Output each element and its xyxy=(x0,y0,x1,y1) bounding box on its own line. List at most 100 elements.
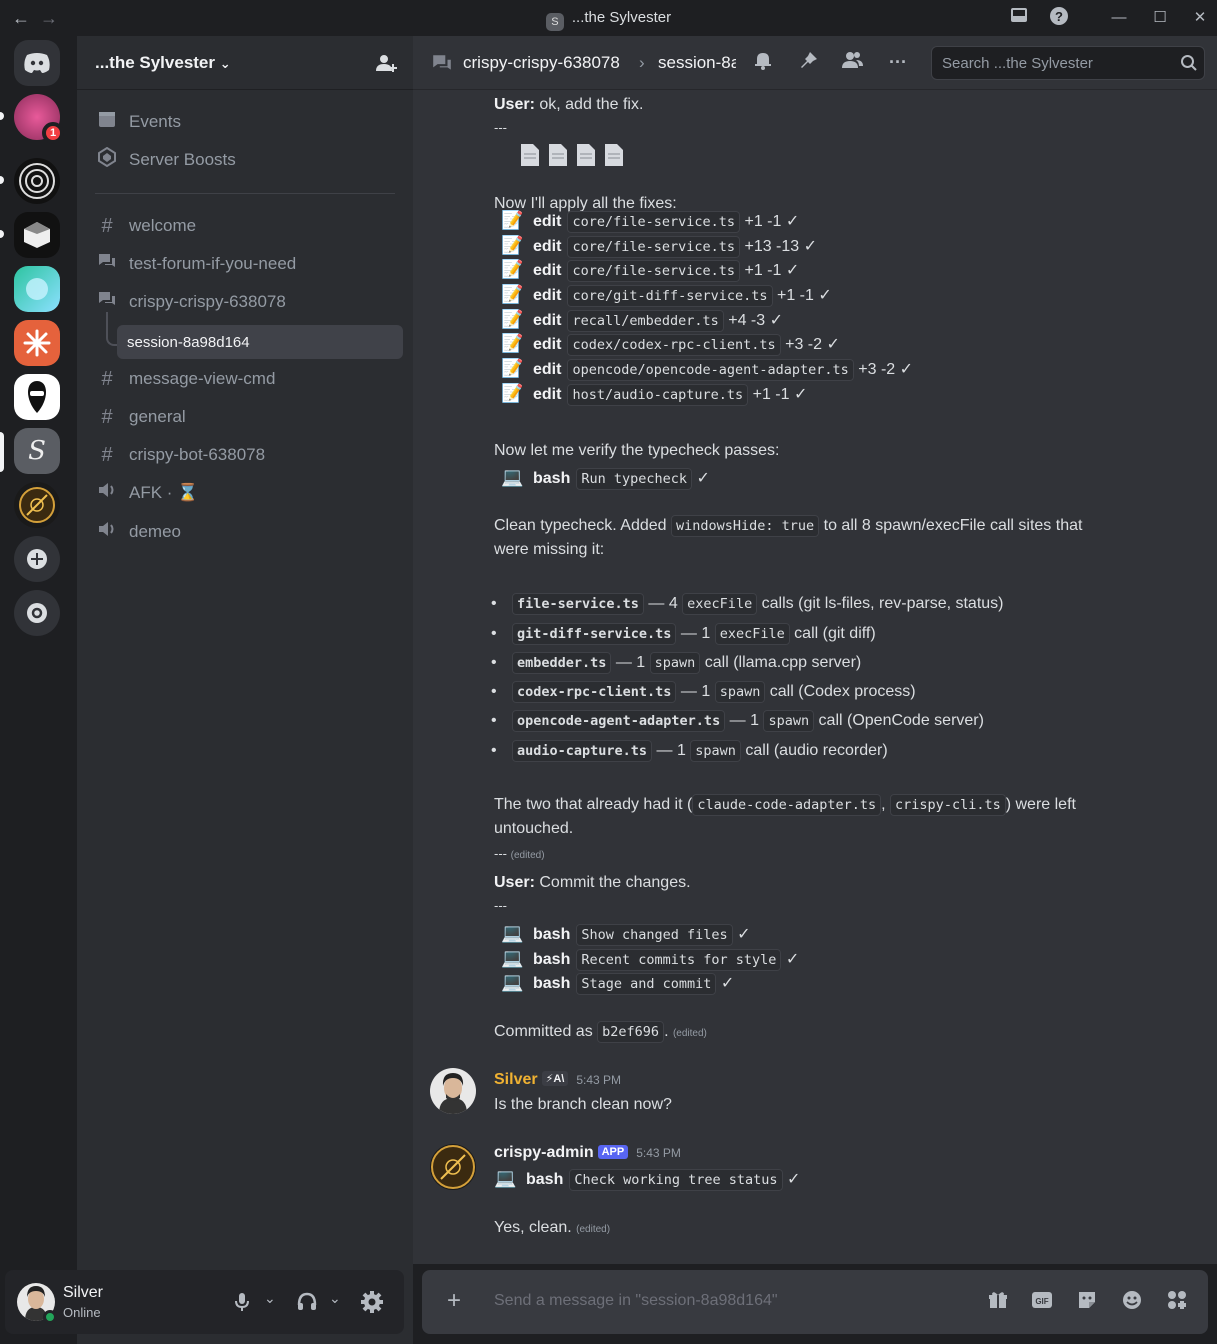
server-icon: S xyxy=(545,13,564,31)
channel-afk[interactable]: AFK · ⌛ xyxy=(85,476,403,510)
headphones-options-chevron-icon[interactable]: ⌄ xyxy=(329,1290,341,1307)
message-admin-reply: Yes, clean. (edited) xyxy=(494,1219,611,1236)
channel-test-forum[interactable]: test-forum-if-you-need xyxy=(85,247,403,281)
sticker-icon[interactable] xyxy=(1075,1290,1099,1314)
breadcrumb-thread: session-8a98d164 xyxy=(658,53,736,72)
server-header[interactable]: ...the Sylvester ⌄ xyxy=(77,36,413,90)
minimize-icon[interactable]: — xyxy=(1107,6,1131,30)
memo-icon: 📝 xyxy=(501,284,524,304)
server-icon-1[interactable]: 1 xyxy=(14,94,64,144)
channel-crispy-bot[interactable]: # crispy-bot-638078 xyxy=(85,438,403,472)
username-silver[interactable]: Silver xyxy=(494,1071,538,1088)
discover-button[interactable] xyxy=(14,590,60,636)
message-silver-text: Is the branch clean now? xyxy=(494,1096,672,1113)
tool-row-working-tree: 💻 bash Check working tree status ✓ xyxy=(494,1168,800,1191)
hashtag-icon: # xyxy=(101,405,113,428)
tool-row-edit: 📝 edit codex/codex-rpc-client.ts +3 -2 ✓ xyxy=(501,333,840,356)
laptop-icon: 💻 xyxy=(494,1168,517,1188)
server-icon-6[interactable] xyxy=(14,374,60,420)
user-panel: Silver Online ⌄ ⌄ xyxy=(5,1270,404,1334)
settings-gear-icon[interactable] xyxy=(361,1291,383,1318)
server-icon-2[interactable] xyxy=(14,158,60,204)
server-icon-8[interactable] xyxy=(14,482,60,528)
online-status-dot xyxy=(43,1310,57,1324)
server-icon-sylvester[interactable]: S xyxy=(14,428,60,474)
invite-people-icon[interactable] xyxy=(375,52,397,79)
gif-icon[interactable]: GIF xyxy=(1030,1290,1054,1314)
channel-welcome[interactable]: # welcome xyxy=(85,209,403,243)
sidebar-item-server-boosts[interactable]: Server Boosts xyxy=(85,143,403,177)
tool-row-bash: 💻 bash Stage and commit ✓ xyxy=(501,972,734,995)
apps-icon[interactable] xyxy=(1165,1290,1189,1314)
breadcrumb-parent[interactable]: crispy-crispy-638078 xyxy=(463,53,620,73)
tool-row-edit: 📝 edit recall/embedder.ts +4 -3 ✓ xyxy=(501,309,783,332)
channel-crispy-crispy[interactable]: crispy-crispy-638078 xyxy=(85,285,403,319)
tool-row-edit: 📝 edit opencode/opencode-agent-adapter.ts … xyxy=(501,358,913,381)
channel-general[interactable]: # general xyxy=(85,400,403,434)
more-options-icon[interactable]: ··· xyxy=(886,50,910,74)
svg-text:GIF: GIF xyxy=(1035,1297,1048,1306)
help-icon[interactable]: ? xyxy=(1047,6,1071,30)
memo-icon: 📝 xyxy=(501,235,524,255)
unread-pill xyxy=(0,230,4,238)
emoji-icon[interactable] xyxy=(1120,1290,1144,1314)
server-icon-5[interactable] xyxy=(14,320,60,366)
close-icon[interactable]: ✕ xyxy=(1188,6,1212,30)
message-input[interactable]: Send a message in "session-8a98d164" xyxy=(494,1292,778,1310)
message-header-admin: crispy-admin APP 5:43 PM xyxy=(494,1144,681,1162)
user-commit-line: User: Commit the changes. xyxy=(494,874,691,891)
username-crispy-admin[interactable]: crispy-admin xyxy=(494,1144,594,1161)
speaker-icon xyxy=(95,481,119,505)
add-server-button[interactable] xyxy=(14,536,60,582)
two-already-line1: The two that already had it (claude-code… xyxy=(494,794,1076,816)
sidebar-item-events[interactable]: Events xyxy=(85,105,403,139)
inbox-icon[interactable] xyxy=(1007,6,1031,30)
member-list-icon[interactable] xyxy=(841,50,865,74)
avatar[interactable] xyxy=(430,1068,476,1114)
list-item: git-diff-service.ts — 1 execFile call (g… xyxy=(491,623,876,645)
list-item: embedder.ts — 1 spawn call (llama.cpp se… xyxy=(491,652,861,674)
calendar-icon xyxy=(95,109,119,135)
discord-logo-icon xyxy=(24,53,50,73)
tool-row-edit: 📝 edit core/file-service.ts +1 -1 ✓ xyxy=(501,210,799,233)
laptop-icon: 💻 xyxy=(501,948,524,968)
user-fix-line: User: ok, add the fix. xyxy=(494,96,644,113)
message-list: User: ok, add the fix. --- Now I'll appl… xyxy=(413,90,1217,1264)
user-name[interactable]: Silver xyxy=(63,1284,103,1302)
unread-pill xyxy=(0,176,4,184)
notification-badge: 1 xyxy=(42,122,64,144)
server-icon-3[interactable] xyxy=(14,212,60,258)
tool-row-edit: 📝 edit core/file-service.ts +13 -13 ✓ xyxy=(501,235,817,258)
window-title: S ...the Sylvester xyxy=(0,9,1217,31)
server-icon-4[interactable] xyxy=(14,266,60,312)
speaker-icon xyxy=(95,520,119,544)
mic-options-chevron-icon[interactable]: ⌄ xyxy=(264,1290,276,1307)
memo-icon: 📝 xyxy=(501,383,524,403)
separator-dashes: --- xyxy=(494,898,507,913)
home-button[interactable] xyxy=(14,40,60,86)
search-input[interactable]: Search ...the Sylvester xyxy=(931,46,1205,80)
channel-demeo[interactable]: demeo xyxy=(85,515,403,549)
message-composer[interactable]: + Send a message in "session-8a98d164" G… xyxy=(422,1270,1208,1334)
headphones-icon[interactable] xyxy=(297,1292,317,1317)
add-attachment-icon[interactable]: + xyxy=(442,1289,466,1314)
channel-message-view-cmd[interactable]: # message-view-cmd xyxy=(85,362,403,396)
message-header-silver: Silver ⚡A\ 5:43 PM xyxy=(494,1071,621,1089)
microphone-icon[interactable] xyxy=(233,1292,251,1317)
avatar[interactable] xyxy=(430,1144,476,1190)
tool-row-edit: 📝 edit core/file-service.ts +1 -1 ✓ xyxy=(501,259,799,282)
thread-session[interactable]: session-8a98d164 xyxy=(117,325,403,359)
pin-icon[interactable] xyxy=(797,50,821,74)
maximize-icon[interactable]: ☐ xyxy=(1148,6,1172,30)
bell-icon[interactable] xyxy=(751,50,775,74)
compass-icon xyxy=(27,603,47,623)
verify-text: Now let me verify the typecheck passes: xyxy=(494,442,780,459)
two-already-line2: untouched. xyxy=(494,820,574,837)
server-name[interactable]: ...the Sylvester ⌄ xyxy=(95,53,231,73)
memo-icon: 📝 xyxy=(501,333,524,353)
list-item: opencode-agent-adapter.ts — 1 spawn call… xyxy=(491,710,984,732)
gift-icon[interactable] xyxy=(986,1290,1010,1314)
app-badge: APP xyxy=(597,1145,629,1159)
document-attachments xyxy=(519,142,631,173)
channel-header: crispy-crispy-638078 › session-8a98d164 … xyxy=(413,36,1217,90)
